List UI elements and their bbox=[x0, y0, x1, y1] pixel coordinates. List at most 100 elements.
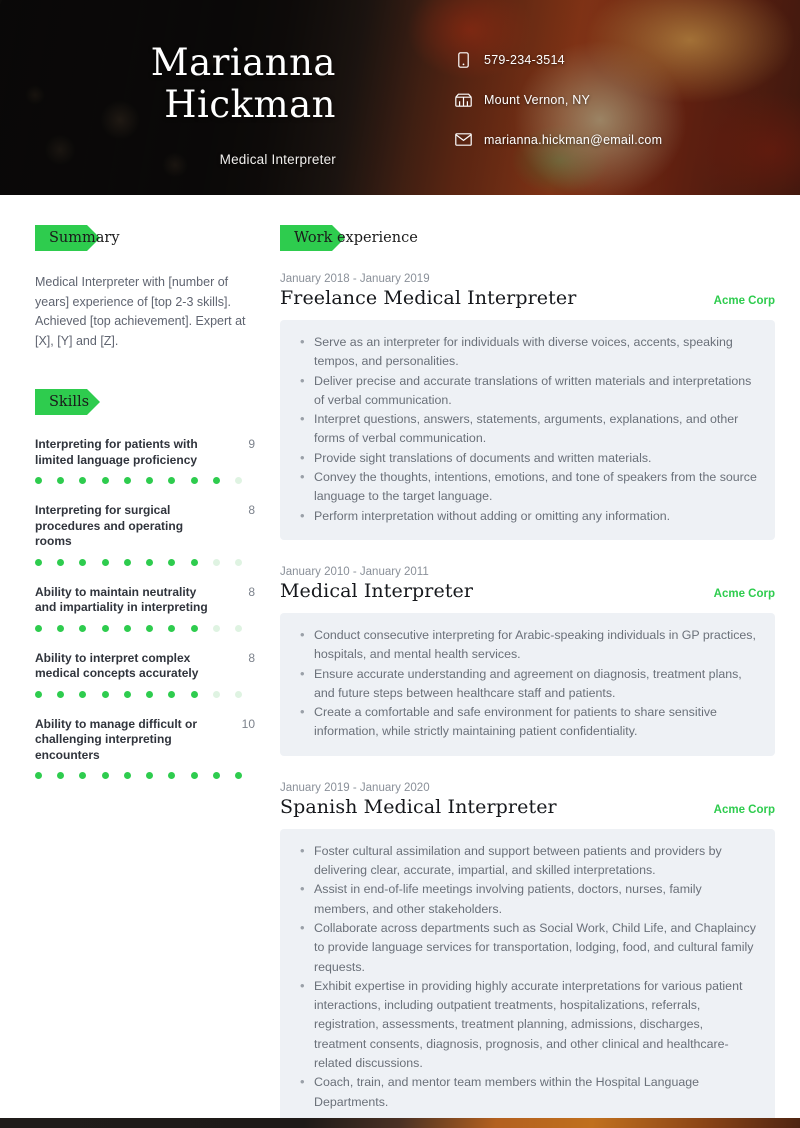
skill-dot bbox=[234, 624, 242, 632]
skill-header: Ability to maintain neutrality and impar… bbox=[35, 585, 255, 616]
skills-section-title: Skills bbox=[49, 394, 90, 410]
skill-item: Interpreting for surgical procedures and… bbox=[35, 503, 255, 566]
skill-name: Interpreting for patients with limited l… bbox=[35, 437, 198, 467]
job-bullet-list: Foster cultural assimilation and support… bbox=[298, 841, 757, 1112]
skill-dot bbox=[123, 558, 131, 566]
job-bullet: Create a comfortable and safe environmen… bbox=[298, 702, 757, 742]
contact-email: marianna.hickman@email.com bbox=[454, 126, 662, 153]
job-entry: January 2019 - January 2020 Spanish Medic… bbox=[280, 782, 775, 1126]
skill-dot bbox=[57, 558, 65, 566]
skill-dot bbox=[79, 624, 87, 632]
skill-dot bbox=[190, 690, 198, 698]
identity-block: Marianna Hickman Medical Interpreter bbox=[0, 0, 350, 168]
skill-dot bbox=[190, 477, 198, 484]
contact-phone: 579-234-3514 bbox=[454, 46, 662, 73]
skill-dot bbox=[212, 558, 220, 566]
candidate-job-title: Medical Interpreter bbox=[219, 152, 336, 167]
next-page-image-strip bbox=[0, 1118, 800, 1128]
job-description-card: Serve as an interpreter for individuals … bbox=[280, 320, 775, 540]
skill-rating-dots bbox=[35, 477, 242, 484]
left-column: Summary Medical Interpreter with [number… bbox=[35, 225, 280, 1128]
skill-dot bbox=[101, 558, 109, 566]
skill-dot bbox=[190, 772, 198, 779]
skill-dot bbox=[212, 477, 220, 484]
job-bullet: Collaborate across departments such as S… bbox=[298, 918, 757, 977]
contact-list: 579-234-3514 Mount Vernon, NY marianna.h… bbox=[350, 0, 662, 166]
skill-rating: 8 bbox=[248, 650, 255, 665]
skills-list: Interpreting for patients with limited l… bbox=[35, 437, 255, 779]
contact-location: Mount Vernon, NY bbox=[454, 86, 662, 113]
job-bullet: Conduct consecutive interpreting for Ara… bbox=[298, 625, 757, 665]
skill-dot bbox=[168, 558, 176, 566]
skill-name: Ability to manage difficult or challengi… bbox=[35, 716, 198, 762]
skill-dot bbox=[35, 477, 42, 484]
skill-name: Ability to maintain neutrality and impar… bbox=[35, 584, 208, 615]
skill-header: Ability to interpret complex medical con… bbox=[35, 651, 255, 682]
skill-item: Ability to interpret complex medical con… bbox=[35, 651, 255, 698]
resume-page: Marianna Hickman Medical Interpreter 579… bbox=[0, 0, 800, 1128]
skill-rating: 8 bbox=[248, 584, 255, 599]
skill-rating: 8 bbox=[248, 503, 255, 517]
skill-dot bbox=[79, 477, 87, 484]
job-bullet: Assist in end-of-life meetings involving… bbox=[298, 879, 757, 919]
skill-dot bbox=[57, 624, 65, 632]
job-bullet: Interpret questions, answers, statements… bbox=[298, 409, 757, 449]
skill-rating-dots bbox=[35, 558, 242, 566]
job-description-card: Foster cultural assimilation and support… bbox=[280, 828, 775, 1126]
job-title-row: Spanish Medical Interpreter Acme Corp bbox=[280, 796, 775, 818]
job-bullet-list: Serve as an interpreter for individuals … bbox=[298, 332, 757, 526]
skill-dot bbox=[190, 558, 198, 566]
skill-header: Ability to manage difficult or challengi… bbox=[35, 717, 255, 764]
skill-dot bbox=[234, 477, 242, 484]
location-icon bbox=[454, 92, 472, 108]
skill-dot bbox=[123, 477, 131, 484]
skill-dot bbox=[79, 772, 87, 779]
phone-icon bbox=[454, 51, 472, 68]
skill-dot bbox=[168, 624, 176, 632]
skill-name: Interpreting for surgical procedures and… bbox=[35, 503, 184, 548]
skill-dot bbox=[123, 690, 131, 698]
skill-dot bbox=[212, 624, 220, 632]
skill-dot bbox=[146, 624, 154, 632]
job-entry: January 2010 - January 2011 Medical Inter… bbox=[280, 566, 775, 756]
skill-dot bbox=[234, 690, 242, 698]
job-dates: January 2018 - January 2019 bbox=[280, 273, 430, 285]
job-dates: January 2010 - January 2011 bbox=[280, 565, 429, 578]
skill-dot bbox=[57, 477, 65, 484]
skill-dot bbox=[168, 477, 176, 484]
job-company: Acme Corp bbox=[713, 295, 775, 307]
skills-section-header: Skills bbox=[35, 389, 255, 415]
resume-header: Marianna Hickman Medical Interpreter 579… bbox=[0, 0, 800, 195]
job-title: Medical Interpreter bbox=[280, 579, 474, 602]
job-company: Acme Corp bbox=[713, 803, 775, 816]
job-bullet: Foster cultural assimilation and support… bbox=[298, 841, 757, 881]
skill-dot bbox=[146, 477, 154, 484]
skill-dot bbox=[57, 690, 65, 698]
skill-header: Interpreting for surgical procedures and… bbox=[35, 503, 255, 550]
job-bullet: Convey the thoughts, intentions, emotion… bbox=[298, 467, 757, 507]
job-bullet: Ensure accurate understanding and agreem… bbox=[298, 664, 757, 704]
skill-dot bbox=[35, 690, 42, 698]
skill-rating-dots bbox=[35, 690, 242, 698]
skill-dot bbox=[101, 624, 109, 632]
job-entry: January 2018 - January 2019 Freelance Med… bbox=[280, 273, 775, 540]
resume-body: Summary Medical Interpreter with [number… bbox=[0, 195, 800, 1128]
skill-rating: 10 bbox=[241, 716, 255, 731]
skill-rating-dots bbox=[35, 624, 242, 632]
email-icon bbox=[454, 132, 472, 148]
skill-dot bbox=[212, 690, 220, 698]
job-bullet: Serve as an interpreter for individuals … bbox=[298, 332, 757, 372]
work-experience-list: January 2018 - January 2019 Freelance Med… bbox=[280, 273, 775, 1126]
skill-dot bbox=[57, 772, 65, 779]
location-value: Mount Vernon, NY bbox=[484, 92, 591, 107]
job-title-row: Medical Interpreter Acme Corp bbox=[280, 580, 775, 602]
skill-item: Ability to maintain neutrality and impar… bbox=[35, 585, 255, 632]
skill-dot bbox=[101, 690, 109, 698]
work-experience-section-title: Work experience bbox=[294, 230, 418, 246]
skill-dot bbox=[35, 558, 42, 566]
job-bullet: Perform interpretation without adding or… bbox=[298, 506, 757, 526]
skill-dot bbox=[101, 477, 109, 484]
job-bullet-list: Conduct consecutive interpreting for Ara… bbox=[298, 625, 757, 742]
skill-dot bbox=[123, 624, 131, 632]
summary-section-header: Summary bbox=[35, 225, 255, 251]
